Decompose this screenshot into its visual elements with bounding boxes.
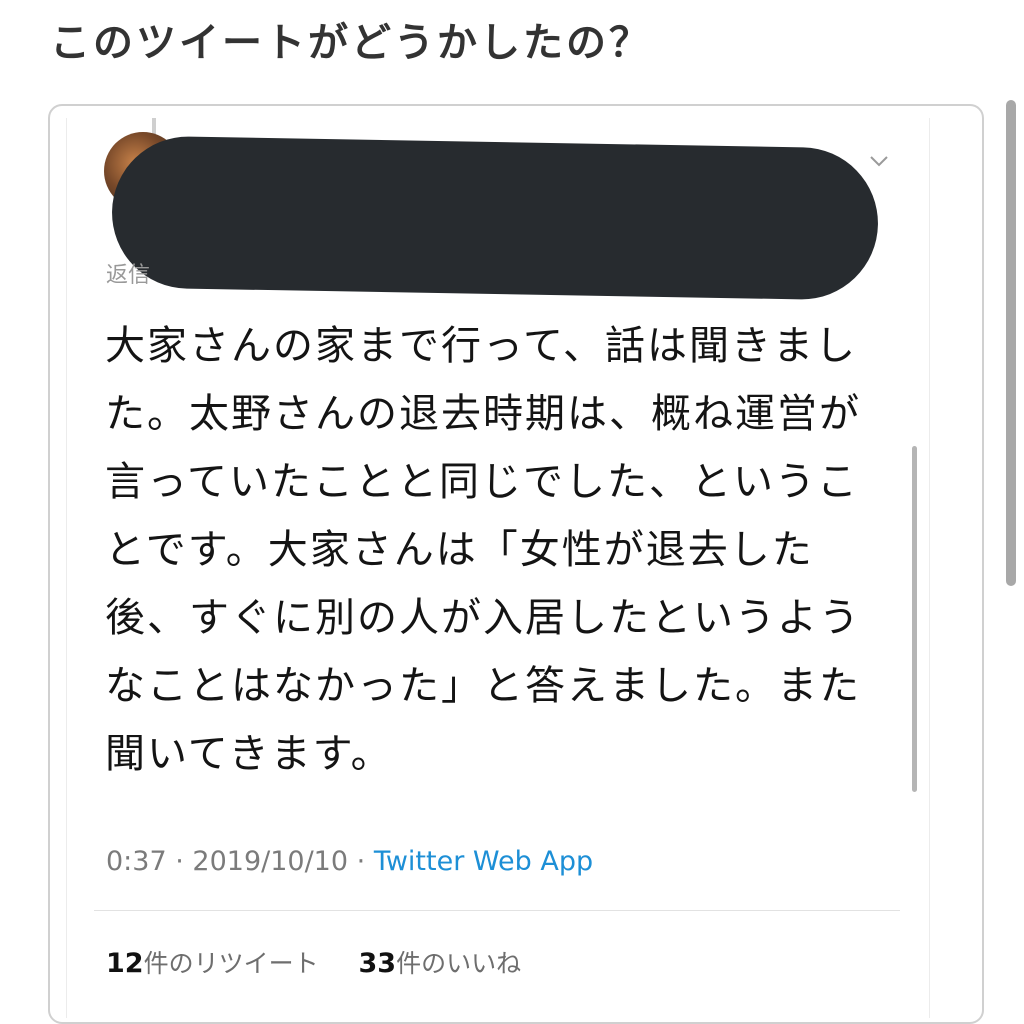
tweet-client-link[interactable]: Twitter Web App [374, 846, 593, 877]
page-title: このツイートがどうかしたの？ [50, 20, 652, 66]
tweet-meta: 0:37 · 2019/10/10 · Twitter Web App [106, 846, 593, 877]
likes-link[interactable]: 33件のいいね [358, 948, 522, 979]
tweet-scrollbar[interactable] [912, 446, 917, 792]
tweet-text: 大家さんの家まで行って、話は聞きました。太野さんの退去時期は、概ね運営が言ってい… [105, 323, 861, 777]
retweets-link[interactable]: 12件のリツイート [106, 948, 319, 979]
divider [94, 910, 900, 911]
retweet-count: 12 [106, 948, 144, 979]
tweet-time[interactable]: 0:37 [106, 846, 167, 877]
meta-separator: · [175, 846, 184, 877]
page-scrollbar[interactable] [1006, 100, 1016, 586]
like-count: 33 [358, 948, 397, 979]
meta-separator: · [356, 846, 366, 877]
avatar-indicator [152, 118, 156, 134]
tweet-stats: 12件のリツイート 33件のいいね [106, 944, 521, 980]
tweet-date[interactable]: 2019/10/10 [192, 846, 348, 877]
redaction-overlay [110, 135, 880, 301]
reply-prefix: 返信 [106, 263, 151, 288]
like-label: 件のいいね [396, 949, 522, 978]
chevron-down-icon[interactable] [868, 150, 890, 172]
retweet-label: 件のリツイート [143, 949, 319, 978]
